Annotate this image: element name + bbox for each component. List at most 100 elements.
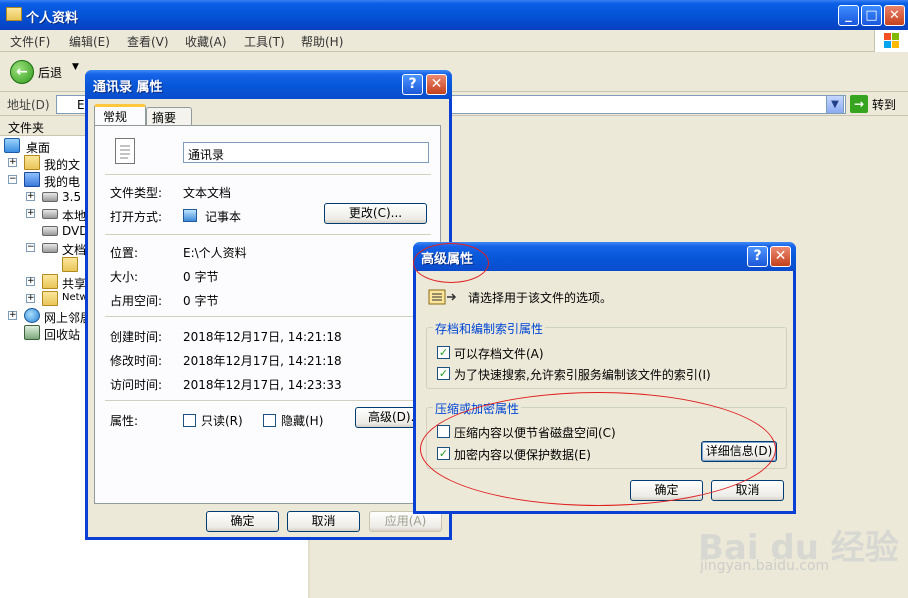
file-type-value: 文本文档 bbox=[183, 186, 232, 200]
menu-tools[interactable]: 工具(T) bbox=[244, 33, 285, 50]
filename-input[interactable]: 通讯录 bbox=[183, 142, 429, 163]
tree-label: 我的电 bbox=[44, 175, 81, 189]
hidden-label[interactable]: 隐藏(H) bbox=[281, 412, 323, 429]
floppy-drive-icon bbox=[42, 192, 58, 202]
watermark-url: jingyan.baidu.com bbox=[700, 558, 830, 574]
help-icon[interactable]: ? bbox=[747, 246, 768, 267]
hidden-checkbox[interactable] bbox=[263, 414, 276, 427]
divider bbox=[105, 174, 431, 176]
cancel-button[interactable]: 取消 bbox=[287, 511, 360, 532]
tree-label: 3.5 bbox=[62, 190, 82, 204]
back-arrow-icon[interactable]: ← bbox=[10, 60, 34, 84]
attributes-icon bbox=[428, 288, 458, 306]
network-globe-icon bbox=[24, 308, 40, 323]
go-button-label[interactable]: 转到 bbox=[872, 96, 896, 113]
size-on-disk-value: 0 字节 bbox=[183, 294, 219, 308]
apply-button[interactable]: 应用(A) bbox=[369, 511, 442, 532]
tab-label: 常规 bbox=[103, 110, 128, 124]
hard-drive-icon bbox=[42, 243, 58, 253]
location-label: 位置: bbox=[110, 246, 139, 260]
desktop-icon bbox=[4, 138, 20, 153]
filename-value: 通讯录 bbox=[188, 148, 225, 162]
close-button[interactable]: ✕ bbox=[884, 5, 905, 26]
maximize-button[interactable]: □ bbox=[861, 5, 882, 26]
size-label: 大小: bbox=[110, 270, 139, 284]
size-on-disk-label: 占用空间: bbox=[110, 294, 163, 308]
modified-label: 修改时间: bbox=[110, 354, 163, 368]
menu-edit[interactable]: 编辑(E) bbox=[69, 33, 110, 50]
close-icon[interactable]: ✕ bbox=[770, 246, 791, 267]
menu-bar: 文件(F) 编辑(E) 查看(V) 收藏(A) 工具(T) 帮助(H) bbox=[0, 30, 908, 52]
expand-icon[interactable]: + bbox=[26, 209, 35, 218]
menu-file[interactable]: 文件(F) bbox=[10, 33, 50, 50]
expand-icon[interactable]: + bbox=[26, 294, 35, 303]
properties-dialog: 通讯录 属性 ? ✕ 常规 摘要 通讯录 文件类型: 文本文档 打开方式: 记事… bbox=[85, 70, 452, 540]
tab-label: 摘要 bbox=[152, 111, 177, 125]
tab-summary[interactable]: 摘要 bbox=[146, 107, 192, 126]
folder-icon bbox=[6, 7, 22, 21]
size-value: 0 字节 bbox=[183, 270, 219, 284]
recycle-bin-icon bbox=[24, 325, 40, 340]
properties-title: 通讯录 属性 bbox=[93, 80, 163, 95]
ok-button[interactable]: 确定 bbox=[206, 511, 279, 532]
folder-icon bbox=[62, 257, 78, 272]
window-title: 个人资料 bbox=[26, 11, 79, 26]
menu-favorites[interactable]: 收藏(A) bbox=[185, 33, 227, 50]
tab-general[interactable]: 常规 bbox=[94, 104, 146, 126]
folder-pane-title: 文件夹 bbox=[8, 121, 45, 135]
expand-icon[interactable]: + bbox=[26, 277, 35, 286]
address-label: 地址(D) bbox=[7, 98, 50, 112]
menu-view[interactable]: 查看(V) bbox=[127, 33, 169, 50]
minimize-button[interactable]: _ bbox=[838, 5, 859, 26]
index-checkbox[interactable]: ✓ bbox=[437, 367, 450, 380]
open-with-label: 打开方式: bbox=[110, 210, 163, 224]
general-tab-panel: 通讯录 文件类型: 文本文档 打开方式: 记事本 更改(C)... 位置: E:… bbox=[94, 125, 441, 504]
created-label: 创建时间: bbox=[110, 330, 163, 344]
tree-label: 我的文 bbox=[44, 158, 81, 172]
open-with-value: 记事本 bbox=[205, 210, 242, 224]
expand-icon[interactable]: + bbox=[8, 158, 17, 167]
tree-label: Netw bbox=[62, 292, 88, 303]
folder-icon bbox=[24, 155, 40, 170]
group-title: 存档和编制索引属性 bbox=[433, 320, 546, 337]
tree-label: 回收站 bbox=[44, 328, 81, 342]
shared-folder-icon bbox=[42, 274, 58, 289]
computer-icon bbox=[24, 172, 40, 187]
folder-icon bbox=[42, 291, 58, 306]
menu-help[interactable]: 帮助(H) bbox=[301, 33, 343, 50]
expand-icon[interactable]: + bbox=[26, 192, 35, 201]
archive-label[interactable]: 可以存档文件(A) bbox=[454, 345, 544, 362]
archive-checkbox[interactable]: ✓ bbox=[437, 346, 450, 359]
location-value: E:\个人资料 bbox=[183, 246, 247, 260]
collapse-icon[interactable]: − bbox=[8, 175, 17, 184]
properties-titlebar[interactable]: 通讯录 属性 ? ✕ bbox=[85, 70, 452, 99]
address-dropdown-icon[interactable]: ▼ bbox=[826, 95, 844, 114]
tree-label: 桌面 bbox=[26, 141, 51, 155]
tree-label: 本地 bbox=[62, 209, 87, 223]
divider bbox=[105, 316, 431, 318]
created-value: 2018年12月17日, 14:21:18 bbox=[183, 330, 342, 344]
file-type-label: 文件类型: bbox=[110, 186, 163, 200]
back-dropdown-icon[interactable]: ▼ bbox=[72, 62, 79, 72]
notepad-icon bbox=[183, 209, 197, 222]
hard-drive-icon bbox=[42, 209, 58, 219]
archive-index-group: 存档和编制索引属性 ✓ 可以存档文件(A) ✓ 为了快速搜索,允许索引服务编制该… bbox=[426, 320, 787, 389]
index-label[interactable]: 为了快速搜索,允许索引服务编制该文件的索引(I) bbox=[454, 366, 711, 383]
address-value: E bbox=[77, 98, 85, 112]
close-icon[interactable]: ✕ bbox=[426, 74, 447, 95]
attributes-label: 属性: bbox=[110, 414, 139, 428]
modified-value: 2018年12月17日, 14:21:18 bbox=[183, 354, 342, 368]
expand-icon[interactable]: + bbox=[8, 311, 17, 320]
readonly-label[interactable]: 只读(R) bbox=[201, 412, 243, 429]
change-button[interactable]: 更改(C)... bbox=[324, 203, 427, 224]
readonly-checkbox[interactable] bbox=[183, 414, 196, 427]
annotation-ellipse bbox=[420, 392, 776, 506]
dvd-drive-icon bbox=[42, 226, 58, 236]
collapse-icon[interactable]: − bbox=[26, 243, 35, 252]
tree-label: 共享 bbox=[62, 277, 87, 291]
go-arrow-icon[interactable]: → bbox=[850, 95, 868, 113]
divider bbox=[105, 234, 431, 236]
explorer-titlebar[interactable]: 个人资料 _ □ ✕ bbox=[0, 0, 908, 30]
help-icon[interactable]: ? bbox=[402, 74, 423, 95]
back-button-label[interactable]: 后退 bbox=[38, 64, 62, 81]
